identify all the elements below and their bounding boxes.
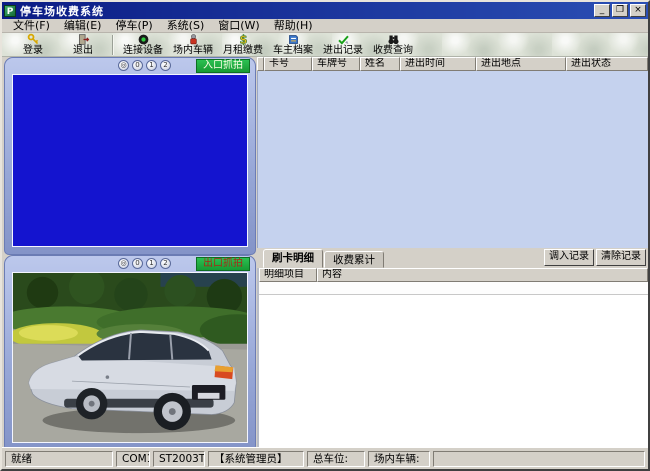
menu-system[interactable]: 系统(S) — [160, 19, 212, 32]
menu-help[interactable]: 帮助(H) — [267, 19, 320, 32]
col-content[interactable]: 内容 — [317, 268, 648, 282]
exit-capture-label: 出口抓拍 — [196, 257, 250, 271]
toolbar-separator — [112, 35, 114, 55]
status-com-port: COM1 — [116, 451, 150, 467]
detail-body[interactable] — [259, 295, 648, 447]
fee-query-button[interactable]: 收费查询 — [368, 33, 418, 56]
tool-label: 车主档案 — [273, 46, 313, 56]
entry-video-screen — [12, 74, 248, 247]
tool-label: 收费查询 — [373, 46, 413, 56]
entry-cam-button-0[interactable]: 0 — [132, 60, 143, 71]
tool-label: 进出记录 — [323, 46, 363, 56]
entry-cam-button-2[interactable]: 2 — [160, 60, 171, 71]
exit-cam-button-0[interactable]: 0 — [132, 258, 143, 269]
inout-records-button[interactable]: 进出记录 — [318, 33, 368, 56]
status-device-model: ST2003T2 — [153, 451, 205, 467]
exit-video-screen — [12, 272, 248, 443]
tool-label: 场内车辆 — [173, 46, 213, 56]
parking-system-window: { "window": { "title": "停车场收费系统", "icon_… — [0, 0, 650, 471]
minimize-button[interactable]: _ — [594, 4, 610, 17]
record-buttons: 调入记录 清除记录 — [544, 249, 648, 268]
status-spacer — [433, 451, 645, 467]
tool-label: 月租缴费 — [223, 46, 263, 56]
entry-capture-panel: ◎ 0 1 2 入口抓拍 — [4, 57, 256, 255]
exit-capture-panel: ◎ 0 1 2 出口抓拍 — [4, 255, 256, 451]
status-total-spaces: 总车位: — [307, 451, 365, 467]
connect-device-button[interactable]: 连接设备 — [118, 33, 168, 56]
menu-edit[interactable]: 编辑(E) — [57, 19, 109, 32]
status-in-lot-vehicles: 场内车辆: — [368, 451, 430, 467]
window-controls: _ ❐ × — [594, 4, 646, 17]
menu-window[interactable]: 窗口(W) — [211, 19, 266, 32]
col-inout-time[interactable]: 进出时间 — [400, 57, 476, 71]
detail-empty-row — [259, 282, 648, 295]
status-operator: 【系统管理员】 — [208, 451, 304, 467]
entry-cam-button-all[interactable]: ◎ — [118, 60, 129, 71]
entry-capture-label: 入口抓拍 — [196, 59, 250, 73]
menu-file[interactable]: 文件(F) — [6, 19, 57, 32]
exit-capture-photo — [13, 273, 247, 442]
col-inout-place[interactable]: 进出地点 — [476, 57, 566, 71]
col-gutter — [257, 57, 264, 71]
tab-fee-total[interactable]: 收费累计 — [324, 251, 384, 268]
clear-records-button[interactable]: 清除记录 — [596, 249, 646, 266]
load-records-button[interactable]: 调入记录 — [544, 249, 594, 266]
status-ready: 就绪 — [5, 451, 113, 467]
monthly-fee-button[interactable]: $ 月租缴费 — [218, 33, 268, 56]
col-inout-status[interactable]: 进出状态 — [566, 57, 648, 71]
card-detail-table: 明细项目 内容 — [257, 268, 648, 447]
status-bar: 就绪 COM1 ST2003T2 【系统管理员】 总车位: 场内车辆: — [2, 447, 648, 469]
exit-panel-header: ◎ 0 1 2 出口抓拍 — [5, 256, 255, 270]
owner-files-button[interactable]: 车主档案 — [268, 33, 318, 56]
tool-label: 退出 — [73, 46, 93, 56]
detail-tab-bar: 刷卡明细 收费累计 调入记录 清除记录 — [257, 248, 648, 268]
col-plate-no[interactable]: 车牌号 — [312, 57, 360, 71]
exit-cam-button-all[interactable]: ◎ — [118, 258, 129, 269]
login-button[interactable]: 登录 — [8, 33, 58, 56]
exit-button[interactable]: 退出 — [58, 33, 108, 56]
close-button[interactable]: × — [630, 4, 646, 17]
detail-header-row: 明细项目 内容 — [259, 268, 648, 282]
col-card-no[interactable]: 卡号 — [264, 57, 312, 71]
toolbar: 登录 退出 连接设备 场内车辆 $ 月租缴费 车主档案 进出记录 收费查询 — [2, 33, 648, 57]
entry-panel-header: ◎ 0 1 2 入口抓拍 — [5, 58, 255, 72]
title-bar[interactable]: P 停车场收费系统 _ ❐ × — [2, 2, 648, 19]
app-icon: P — [4, 5, 16, 17]
records-header-row: 卡号 车牌号 姓名 进出时间 进出地点 进出状态 — [257, 57, 648, 71]
restore-button[interactable]: ❐ — [612, 4, 628, 17]
exit-cam-button-2[interactable]: 2 — [160, 258, 171, 269]
entry-cam-button-1[interactable]: 1 — [146, 60, 157, 71]
col-detail-item[interactable]: 明细项目 — [259, 268, 317, 282]
col-name[interactable]: 姓名 — [360, 57, 400, 71]
window-title: 停车场收费系统 — [20, 3, 104, 19]
inout-records-table: 卡号 车牌号 姓名 进出时间 进出地点 进出状态 — [257, 57, 648, 248]
exit-cam-button-1[interactable]: 1 — [146, 258, 157, 269]
tool-label: 连接设备 — [123, 46, 163, 56]
menu-parking[interactable]: 停车(P) — [108, 19, 159, 32]
tab-card-detail[interactable]: 刷卡明细 — [263, 249, 323, 268]
vehicles-in-lot-button[interactable]: 场内车辆 — [168, 33, 218, 56]
menu-bar: 文件(F) 编辑(E) 停车(P) 系统(S) 窗口(W) 帮助(H) — [2, 19, 648, 33]
records-body[interactable] — [257, 71, 648, 248]
tool-label: 登录 — [23, 46, 43, 56]
